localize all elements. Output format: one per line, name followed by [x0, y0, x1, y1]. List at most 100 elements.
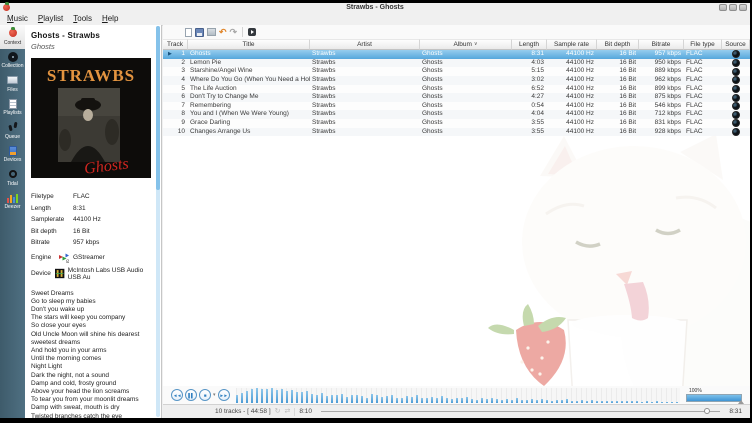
column-header-bit-depth[interactable]: Bit depth — [597, 39, 639, 50]
lyrics-line: Damp with sweat, mouth is dry — [31, 404, 151, 412]
cell-length: 4:03 — [512, 59, 547, 68]
seek-handle[interactable] — [704, 408, 710, 414]
table-row[interactable]: 8You and I (When We Were Young)StrawbsGh… — [163, 110, 750, 119]
table-row[interactable]: 9Grace DarlingStrawbsGhosts3:5544100 Hz1… — [163, 119, 750, 128]
lyrics-line: The stars will keep you company — [31, 314, 151, 322]
waveform-bar — [251, 389, 253, 403]
now-playing-album: Ghosts — [31, 42, 153, 51]
context-scrollbar[interactable] — [156, 26, 160, 417]
cell-track: 9 — [163, 119, 188, 128]
column-header-sample-rate[interactable]: Sample rate — [547, 39, 597, 50]
table-row[interactable]: 5The Life AuctionStrawbsGhosts6:5244100 … — [163, 85, 750, 94]
stop-options-dropdown-icon[interactable]: ▾ — [213, 392, 216, 398]
waveform-bar — [276, 390, 278, 403]
table-row[interactable]: 2Lemon PieStrawbsGhosts4:0344100 Hz16 Bi… — [163, 59, 750, 68]
sidebar-item-label: Queue — [5, 134, 20, 140]
cell-title: Changes Arrange Us — [188, 128, 310, 137]
column-header-track[interactable]: Track — [163, 39, 188, 50]
source-collection-icon — [732, 68, 740, 76]
device-icon — [9, 146, 17, 156]
volume-slider[interactable]: 100% — [686, 388, 744, 403]
waveform-bar — [546, 400, 548, 403]
column-header-album[interactable]: Album∨ — [420, 39, 512, 50]
sidebar-item-tidal[interactable]: Tidal — [0, 166, 25, 190]
pause-button[interactable]: ▌▌ — [185, 389, 197, 401]
undo-icon[interactable]: ↶ — [219, 27, 227, 37]
cell-album: Ghosts — [420, 76, 512, 85]
waveform-bar — [471, 399, 473, 403]
info-label: Samplerate — [31, 214, 73, 226]
table-row[interactable]: 10Changes Arrange UsStrawbsGhosts3:55441… — [163, 128, 750, 137]
stop-button[interactable]: ■ — [199, 389, 211, 401]
cell-title: Remembering — [188, 102, 310, 111]
maximize-button[interactable] — [729, 4, 737, 11]
column-header-bitrate[interactable]: Bitrate — [639, 39, 684, 50]
waveform-bar — [611, 401, 613, 403]
table-row[interactable]: 6Don't Try to Change MeStrawbsGhosts4:27… — [163, 93, 750, 102]
new-playlist-icon[interactable] — [185, 28, 192, 37]
redo-icon[interactable]: ↷ — [230, 27, 238, 37]
next-button[interactable]: ►► — [218, 389, 230, 401]
waveform-analyzer[interactable] — [236, 388, 680, 403]
waveform-bar — [441, 396, 443, 403]
waveform-bar — [456, 398, 458, 403]
playlist-pane: ↶↷ TrackTitleArtistAlbum∨LengthSample ra… — [163, 25, 750, 418]
shuffle-icon[interactable]: ⇄ — [285, 408, 291, 416]
cell-artist: Strawbs — [310, 102, 420, 111]
cell-file-type: FLAC — [684, 128, 722, 137]
sidebar-item-files[interactable]: Files — [0, 72, 25, 96]
scroll-to-song-icon[interactable] — [248, 28, 256, 36]
cell-bitrate: 875 kbps — [639, 93, 684, 102]
save-playlist-icon[interactable] — [195, 28, 204, 37]
lyrics-line: Go to sleep my babies — [31, 298, 151, 306]
cell-artist: Strawbs — [310, 93, 420, 102]
waveform-bar — [496, 399, 498, 403]
table-row[interactable]: ▶1GhostsStrawbsGhosts8:3144100 Hz16 Bit9… — [163, 50, 750, 59]
waveform-bar — [321, 393, 323, 403]
cell-bit-depth: 16 Bit — [597, 85, 639, 94]
column-header-source[interactable]: Source — [722, 39, 750, 50]
cell-album: Ghosts — [420, 85, 512, 94]
sidebar-item-deezer[interactable]: Deezer — [0, 190, 25, 214]
device-label: Device — [31, 270, 52, 277]
volume-handle[interactable] — [738, 400, 744, 404]
repeat-icon[interactable]: ↻ — [275, 408, 281, 416]
cell-source — [722, 59, 750, 68]
cell-bitrate: 950 kbps — [639, 59, 684, 68]
document-icon — [7, 98, 19, 109]
column-header-title[interactable]: Title — [188, 39, 310, 50]
waveform-bar — [596, 401, 598, 403]
waveform-bar — [491, 398, 493, 403]
sidebar-item-context[interactable]: Context — [0, 25, 25, 49]
menu-tools[interactable]: Tools — [73, 14, 92, 23]
cell-title: Where Do You Go (When You Need a Hole to… — [188, 76, 310, 85]
playlist-header: TrackTitleArtistAlbum∨LengthSample rateB… — [163, 39, 750, 50]
column-header-length[interactable]: Length — [512, 39, 547, 50]
close-button[interactable] — [739, 4, 747, 11]
column-header-artist[interactable]: Artist — [310, 39, 420, 50]
seek-slider[interactable] — [321, 411, 720, 412]
column-header-file-type[interactable]: File type — [684, 39, 722, 50]
table-row[interactable]: 4Where Do You Go (When You Need a Hole t… — [163, 76, 750, 85]
file-info: FiletypeFLACLength8:31Samplerate44100 Hz… — [31, 191, 153, 249]
table-row[interactable]: 7RememberingStrawbsGhosts0:5444100 Hz16 … — [163, 102, 750, 111]
sidebar-item-queue[interactable]: Queue — [0, 119, 25, 143]
cell-file-type: FLAC — [684, 93, 722, 102]
cell-length: 8:31 — [512, 50, 547, 59]
cell-artist: Strawbs — [310, 67, 420, 76]
sidebar-item-devices[interactable]: Devices — [0, 143, 25, 167]
cell-bit-depth: 16 Bit — [597, 76, 639, 85]
menu-help[interactable]: Help — [102, 14, 118, 23]
waveform-bar — [356, 395, 358, 403]
sidebar-item-collection[interactable]: Collection — [0, 49, 25, 73]
load-playlist-icon[interactable] — [207, 28, 216, 36]
minimize-button[interactable] — [719, 4, 727, 11]
previous-button[interactable]: ◄◄ — [171, 389, 183, 401]
sidebar-item-playlists[interactable]: Playlists — [0, 96, 25, 120]
waveform-bar — [246, 391, 248, 403]
waveform-bar — [526, 400, 528, 403]
menu-music[interactable]: Music — [7, 14, 28, 23]
menu-playlist[interactable]: Playlist — [38, 14, 63, 23]
table-row[interactable]: 3Starshine/Angel WineStrawbsGhosts5:1544… — [163, 67, 750, 76]
waveform-bar — [301, 392, 303, 403]
